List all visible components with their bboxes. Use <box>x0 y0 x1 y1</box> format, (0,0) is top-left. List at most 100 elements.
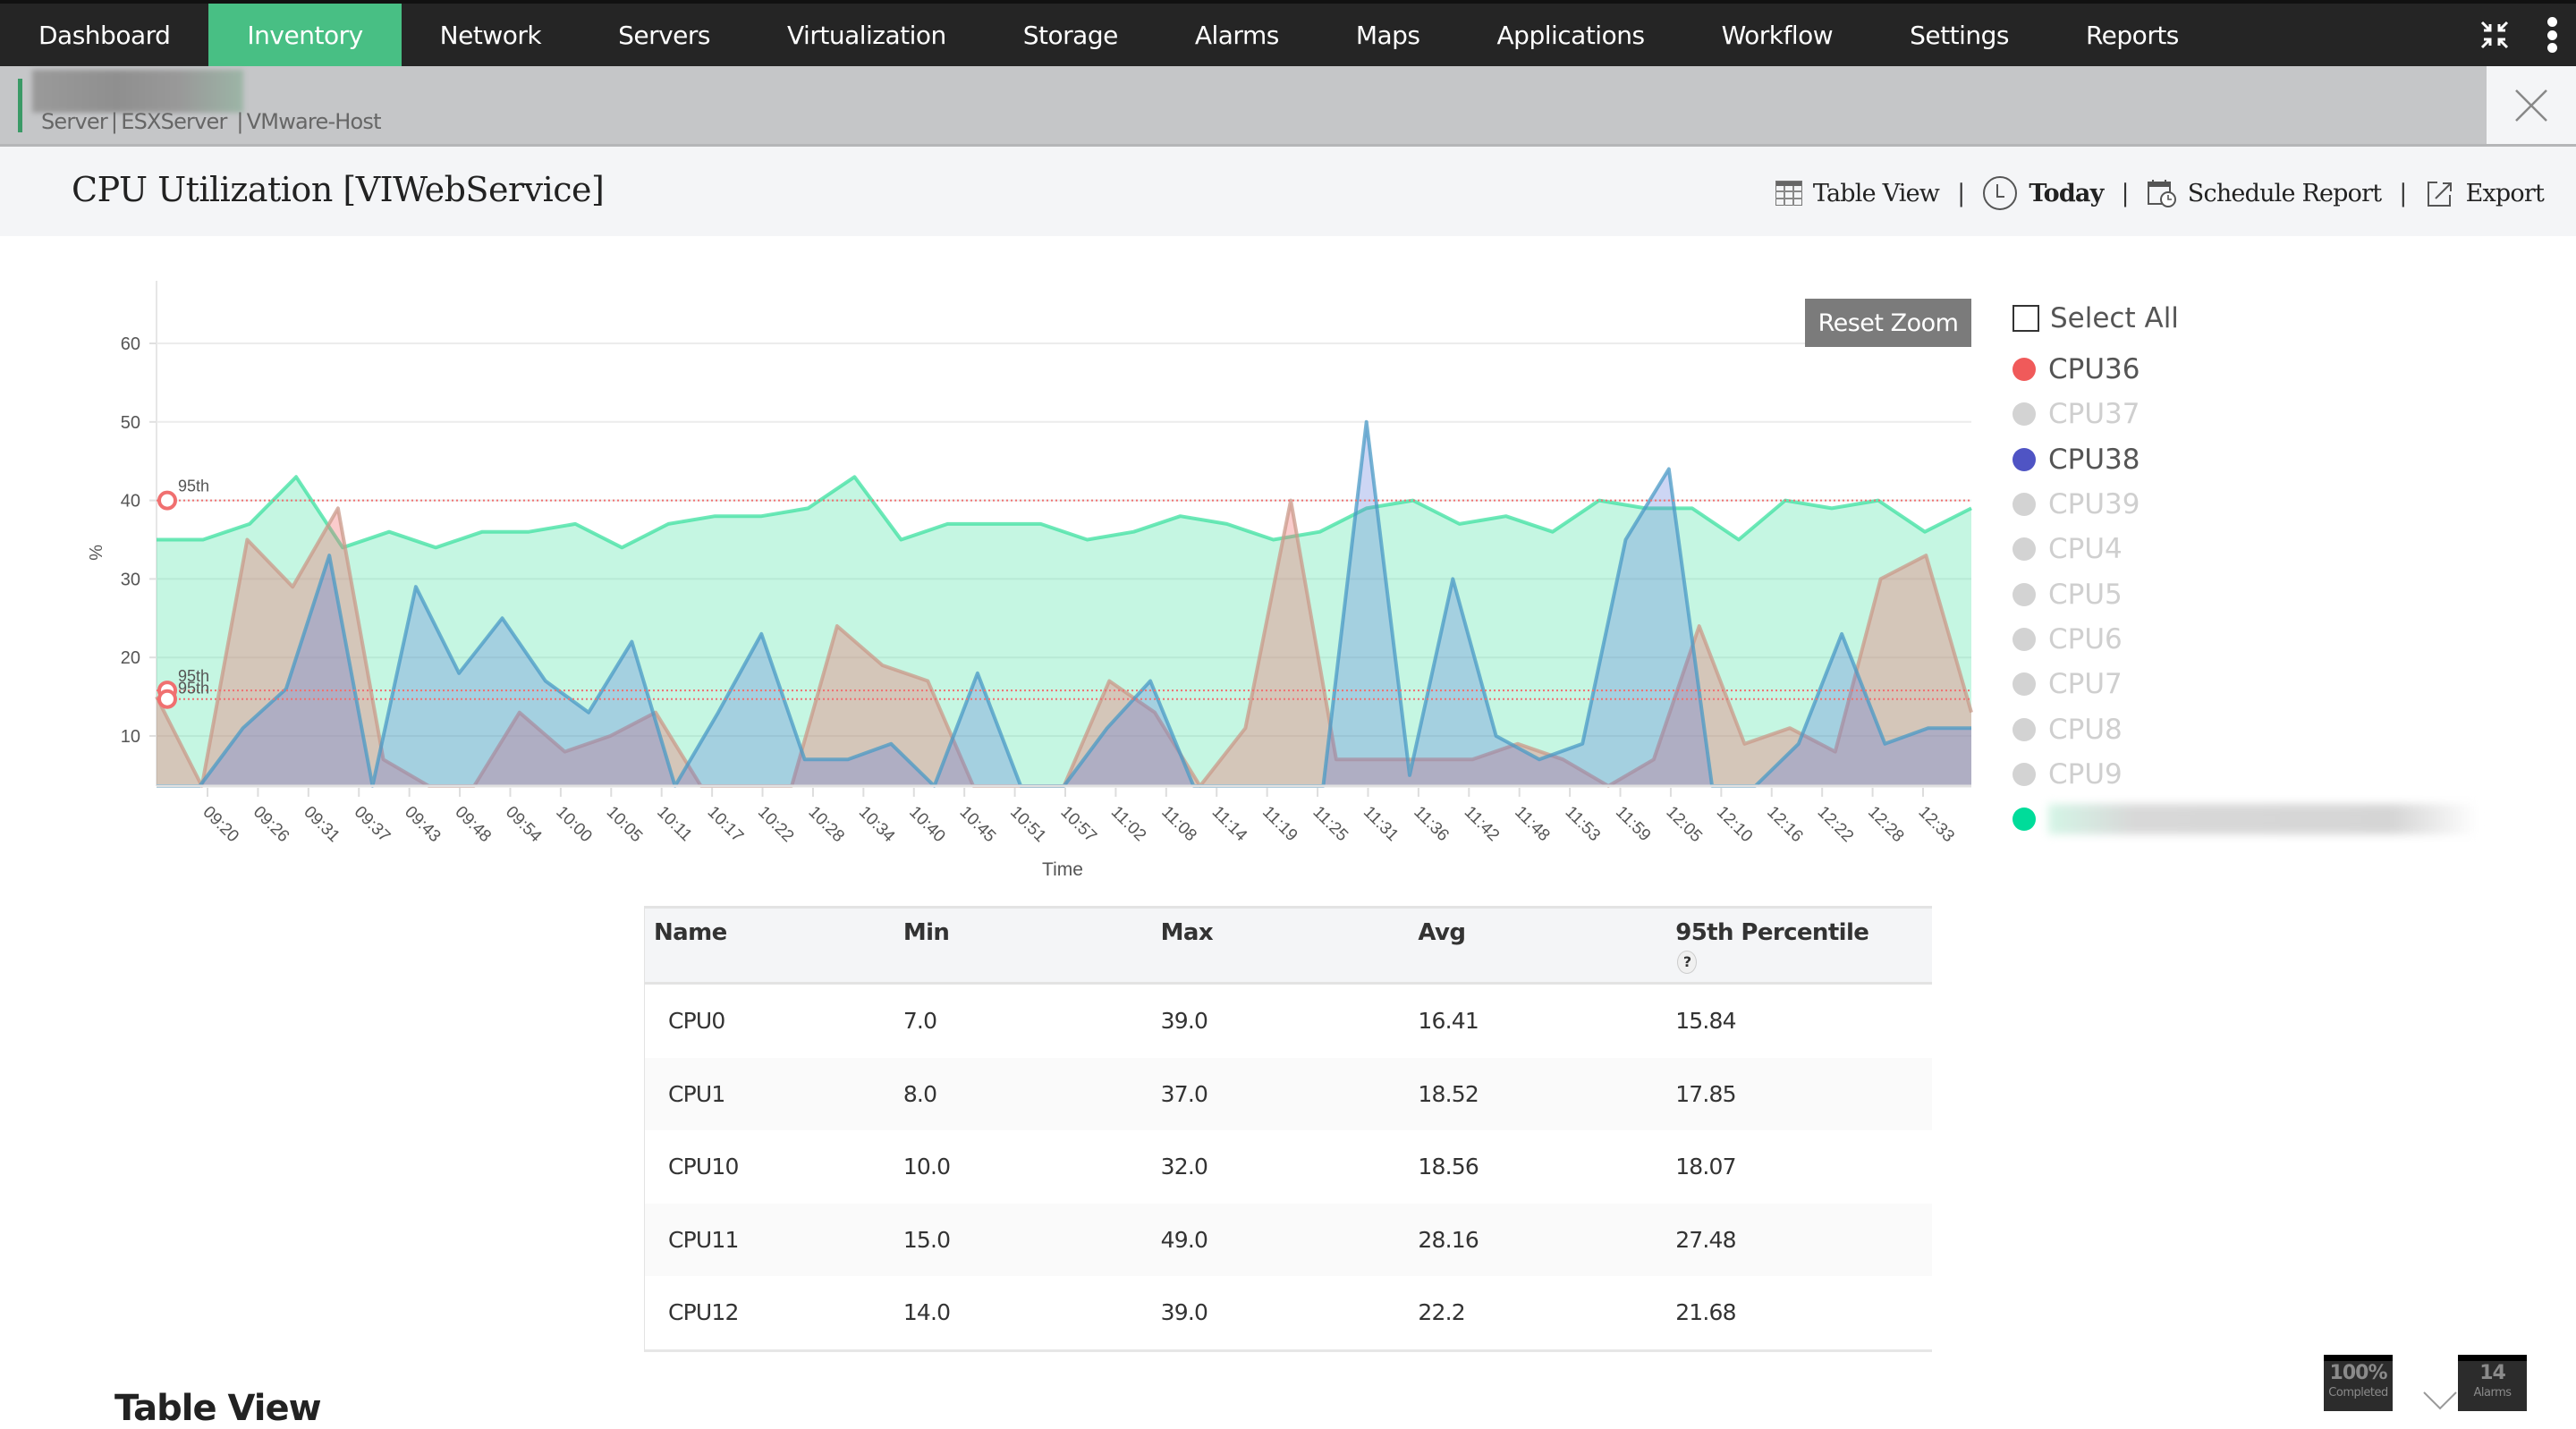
nav-item-dashboard[interactable]: Dashboard <box>0 4 208 66</box>
legend-item[interactable]: CPU4 <box>2012 527 2478 571</box>
export-icon <box>2427 182 2452 207</box>
nav-item-reports[interactable]: Reports <box>2047 4 2217 66</box>
legend-label: CPU36 <box>2048 353 2140 386</box>
nav-item-network[interactable]: Network <box>402 4 580 66</box>
stats-table: Name Min Max Avg 95th Percentile ? CPU0 7… <box>644 906 1932 1352</box>
nav-right-actions <box>2479 4 2576 66</box>
table-row: CPU1 8.0 37.0 18.52 17.85 <box>645 1057 1932 1130</box>
x-tick-label: 10:34 <box>855 803 899 847</box>
clock-icon <box>1983 176 2018 210</box>
table-view-heading: Table View <box>114 1388 322 1429</box>
table-cell: 37.0 <box>1160 1080 1208 1107</box>
x-tick-label: 11:02 <box>1107 803 1149 845</box>
legend-item[interactable]: CPU7 <box>2012 662 2478 706</box>
time-period-button[interactable]: Today <box>1982 175 2104 211</box>
column-header-max[interactable]: Max <box>1161 909 1419 982</box>
select-all-toggle[interactable]: Select All <box>2012 302 2478 334</box>
x-tick-label: 12:10 <box>1713 803 1756 846</box>
legend-item[interactable]: CPU8 <box>2012 706 2478 751</box>
chart-canvas[interactable]: 102030405060%95th95th95th09:20 09:26 09:31… <box>0 236 2004 898</box>
legend-item[interactable]: CPU37 <box>2012 392 2478 436</box>
legend-item[interactable]: CPU38 <box>2012 437 2478 482</box>
device-name-redacted <box>32 70 243 113</box>
schedule-report-label: Schedule Report <box>2187 179 2382 207</box>
y-tick-label: 20 <box>121 648 140 668</box>
alarms-count: 14 <box>2479 1362 2506 1384</box>
legend-item[interactable]: CPU36 <box>2012 347 2478 392</box>
column-header-95th-label: 95th Percentile <box>1675 919 1869 946</box>
column-header-avg[interactable]: Avg <box>1418 909 1675 982</box>
collapse-icon[interactable] <box>2479 20 2510 50</box>
breadcrumb-item[interactable]: Server <box>41 109 108 134</box>
table-cell: 18.56 <box>1418 1154 1479 1180</box>
close-button[interactable] <box>2487 66 2576 144</box>
x-tick-label: 11:31 <box>1360 803 1402 845</box>
legend-item[interactable]: CPU39 <box>2012 482 2478 527</box>
separator: | <box>2399 179 2407 207</box>
chevron-down-icon[interactable] <box>2422 1391 2458 1411</box>
legend-label: CPU37 <box>2048 398 2140 431</box>
legend-label: CPU8 <box>2048 713 2123 746</box>
legend-label-redacted <box>2048 804 2478 835</box>
alarms-status-badge[interactable]: 14 Alarms <box>2458 1355 2527 1411</box>
nav-item-inventory[interactable]: Inventory <box>208 4 402 66</box>
completion-status-badge[interactable]: 100% Completed <box>2324 1355 2393 1411</box>
table-cell: 15.0 <box>902 1226 951 1253</box>
export-button[interactable]: Export <box>2425 179 2545 207</box>
table-cell: 39.0 <box>1160 1299 1208 1326</box>
legend-marker-icon <box>2012 762 2036 786</box>
percentile-marker-icon <box>157 490 177 511</box>
table-cell: CPU12 <box>668 1299 739 1326</box>
x-tick-label: 11:08 <box>1157 803 1199 845</box>
legend-label: CPU9 <box>2048 757 2123 791</box>
page-title: CPU Utilization [VIWebService] <box>72 170 605 209</box>
x-tick-label: 09:48 <box>452 803 495 846</box>
table-body: CPU0 7.0 39.0 16.41 15.84 CPU1 8.0 37.0 18.52 17.… <box>645 985 1932 1349</box>
x-tick-label: 09:54 <box>502 803 546 847</box>
schedule-report-button[interactable]: Schedule Report <box>2147 178 2382 208</box>
breadcrumb-item[interactable]: ESXServer <box>121 109 227 134</box>
legend-marker-icon <box>2012 582 2036 606</box>
x-tick-label: 10:17 <box>704 803 747 846</box>
nav-item-applications[interactable]: Applications <box>1459 4 1683 66</box>
legend-item[interactable] <box>2012 797 2478 841</box>
nav-item-servers[interactable]: Servers <box>580 4 749 66</box>
nav-item-maps[interactable]: Maps <box>1318 4 1459 66</box>
separator: | <box>1957 179 1965 207</box>
x-tick-label: 11:59 <box>1612 803 1654 845</box>
nav-item-settings[interactable]: Settings <box>1871 4 2047 66</box>
column-header-name[interactable]: Name <box>645 909 903 982</box>
table-cell: 32.0 <box>1160 1154 1208 1180</box>
nav-item-storage[interactable]: Storage <box>985 4 1157 66</box>
nav-item-virtualization[interactable]: Virtualization <box>749 4 985 66</box>
column-header-min[interactable]: Min <box>903 909 1161 982</box>
table-header-row: Name Min Max Avg 95th Percentile ? <box>645 906 1932 985</box>
legend-marker-icon <box>2012 493 2036 517</box>
reset-zoom-button[interactable]: Reset Zoom <box>1805 299 1971 347</box>
x-tick-label: 11:53 <box>1562 803 1604 845</box>
legend-marker-icon <box>2012 358 2036 382</box>
select-all-checkbox[interactable] <box>2012 305 2039 332</box>
legend-marker-icon <box>2012 627 2036 651</box>
table-view-button[interactable]: Table View <box>1775 180 1940 207</box>
legend-item[interactable]: CPU9 <box>2012 752 2478 797</box>
table-icon <box>1775 181 1802 206</box>
x-tick-label: 10:22 <box>754 803 797 846</box>
x-tick-label: 09:20 <box>199 803 242 846</box>
column-header-95th-percentile[interactable]: 95th Percentile ? <box>1675 909 1932 982</box>
kebab-menu-icon[interactable] <box>2546 17 2558 53</box>
table-row: CPU11 15.0 49.0 28.16 27.48 <box>645 1203 1932 1276</box>
nav-item-workflow[interactable]: Workflow <box>1683 4 1872 66</box>
breadcrumb-item[interactable]: VMware-Host <box>247 109 382 134</box>
nav-item-alarms[interactable]: Alarms <box>1157 4 1318 66</box>
legend-item[interactable]: CPU5 <box>2012 571 2478 616</box>
help-icon[interactable]: ? <box>1677 950 1698 974</box>
y-axis-label: % <box>85 545 105 561</box>
x-tick-label: 11:25 <box>1309 803 1352 845</box>
x-tick-label: 10:57 <box>1056 803 1099 846</box>
legend-marker-icon <box>2012 672 2036 697</box>
legend-label: CPU5 <box>2048 578 2123 611</box>
x-tick-label: 10:05 <box>603 803 646 846</box>
legend-item[interactable]: CPU6 <box>2012 617 2478 662</box>
percentile-label: 95th <box>178 680 209 698</box>
